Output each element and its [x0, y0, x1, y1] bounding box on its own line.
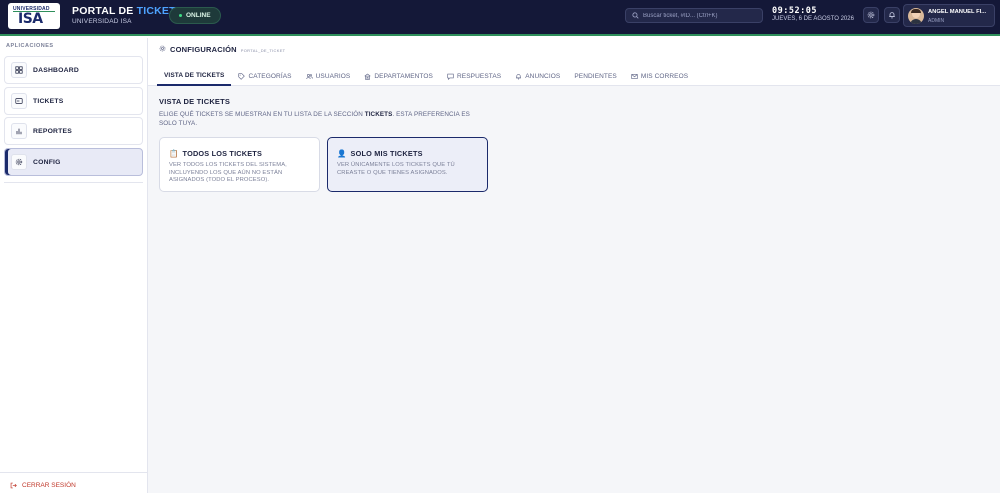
- option-card-todos[interactable]: 📋 TODOS LOS TICKETS VER TODOS LOS TICKET…: [159, 137, 320, 192]
- card-title-text: SOLO MIS TICKETS: [350, 149, 423, 158]
- page-topbar: CONFIGURACIÓN PORTAL_DE_TICKET VISTA DE …: [148, 38, 1000, 86]
- settings-button[interactable]: [863, 7, 879, 23]
- tab-label: RESPUESTAS: [456, 73, 502, 80]
- tab-departamentos[interactable]: DEPARTAMENTOS: [357, 67, 440, 86]
- desc-pre: ELIGE QUÉ TICKETS SE MUESTRAN EN TU LIST…: [159, 111, 365, 118]
- message-icon: [447, 73, 454, 80]
- search-input[interactable]: [643, 12, 758, 19]
- tab-pendientes[interactable]: PENDIENTES: [567, 67, 624, 86]
- card-description: VER ÚNICAMENTE LOS TICKETS QUE TÚ CREAST…: [337, 162, 455, 176]
- tab-label: CATEGORÍAS: [248, 73, 292, 80]
- section-description: ELIGE QUÉ TICKETS SE MUESTRAN EN TU LIST…: [159, 110, 489, 128]
- user-menu[interactable]: ANGEL MANUEL FI... ADMIN: [903, 4, 995, 27]
- option-card-solo-mis[interactable]: 👤 SOLO MIS TICKETS VER ÚNICAMENTE LOS TI…: [327, 137, 488, 192]
- online-status-label: ONLINE: [186, 12, 211, 19]
- bell-icon: [889, 12, 895, 19]
- tab-label: VISTA DE TICKETS: [164, 72, 225, 79]
- breadcrumb: CONFIGURACIÓN PORTAL_DE_TICKET: [159, 45, 285, 54]
- tab-mis-correos[interactable]: MIS CORREOS: [624, 67, 695, 86]
- sidebar-item-config[interactable]: CONFIG: [4, 148, 143, 176]
- mail-icon: [631, 74, 638, 79]
- logout-icon: [10, 482, 17, 489]
- sidebar-item-label: REPORTES: [33, 127, 72, 135]
- ticket-icon: [11, 93, 27, 109]
- tab-respuestas[interactable]: RESPUESTAS: [440, 67, 508, 86]
- tab-categorias[interactable]: CATEGORÍAS: [231, 67, 298, 86]
- avatar: [908, 8, 924, 24]
- gear-icon: [159, 45, 166, 52]
- logout-divider: [0, 472, 148, 473]
- tag-icon: [238, 73, 246, 80]
- user-role: ADMIN: [928, 18, 945, 24]
- page-title: CONFIGURACIÓN: [170, 45, 237, 54]
- ticket-search[interactable]: [625, 8, 763, 23]
- grid-icon: [11, 62, 27, 78]
- desc-bold: TICKETS: [364, 111, 393, 118]
- building-icon: [364, 73, 371, 80]
- status-dot-icon: [179, 14, 182, 17]
- page-subtitle: PORTAL_DE_TICKET: [240, 48, 286, 53]
- user-name: ANGEL MANUEL FI...: [928, 9, 987, 15]
- university-logo[interactable]: UNIVERSIDAD ISA: [8, 3, 60, 29]
- sidebar-divider: [4, 182, 143, 183]
- card-title-text: TODOS LOS TICKETS: [182, 149, 263, 158]
- logout-label: CERRAR SESIÓN: [22, 482, 76, 489]
- logout-button[interactable]: CERRAR SESIÓN: [10, 482, 76, 489]
- sidebar-item-dashboard[interactable]: DASHBOARD: [4, 56, 143, 84]
- tab-label: MIS CORREOS: [640, 73, 689, 80]
- tab-label: ANUNCIOS: [525, 73, 561, 80]
- bar-chart-icon: [11, 123, 27, 139]
- portal-title-prefix: PORTAL DE: [72, 5, 137, 17]
- portal-subtitle: UNIVERSIDAD ISA: [72, 18, 132, 25]
- tab-vista-de-tickets[interactable]: VISTA DE TICKETS: [157, 67, 232, 86]
- card-title: 📋 TODOS LOS TICKETS: [169, 149, 262, 158]
- config-tabs: VISTA DE TICKETS CATEGORÍAS USUARIOS DEP…: [157, 67, 695, 86]
- user-icon: 👤: [337, 149, 347, 158]
- sidebar: APLICACIONES DASHBOARD TICKETS REPORTES …: [0, 38, 148, 493]
- gear-icon: [867, 11, 875, 19]
- tab-label: DEPARTAMENTOS: [374, 73, 433, 80]
- clipboard-icon: 📋: [169, 149, 179, 158]
- card-title: 👤 SOLO MIS TICKETS: [337, 149, 423, 158]
- logo-main-text: ISA: [18, 11, 43, 27]
- clock-time: 09:52:05: [772, 6, 817, 16]
- sidebar-item-reportes[interactable]: REPORTES: [4, 117, 143, 145]
- section-title: VISTA DE TICKETS: [159, 97, 231, 106]
- users-icon: [305, 74, 313, 80]
- gear-icon: [11, 154, 27, 170]
- tab-label: USUARIOS: [315, 73, 351, 80]
- tab-anuncios[interactable]: ANUNCIOS: [508, 67, 567, 86]
- tab-label: PENDIENTES: [574, 73, 617, 80]
- card-description: VER TODOS LOS TICKETS DEL SISTEMA, INCLU…: [169, 162, 287, 183]
- search-icon: [632, 12, 639, 19]
- tab-usuarios[interactable]: USUARIOS: [299, 67, 358, 86]
- bell-icon: [516, 74, 522, 80]
- sidebar-section-label: APLICACIONES: [6, 43, 54, 49]
- main-content: CONFIGURACIÓN PORTAL_DE_TICKET VISTA DE …: [148, 38, 1000, 493]
- notifications-button[interactable]: [884, 7, 900, 23]
- sidebar-item-label: TICKETS: [33, 97, 64, 105]
- clock-date: JUEVES, 6 DE AGOSTO 2026: [772, 16, 854, 22]
- online-status-badge: ONLINE: [169, 7, 221, 24]
- sidebar-item-label: CONFIG: [33, 158, 61, 166]
- sidebar-item-label: DASHBOARD: [33, 66, 79, 74]
- portal-title: PORTAL DE TICKETS: [72, 5, 183, 17]
- app-header: UNIVERSIDAD ISA PORTAL DE TICKETS UNIVER…: [0, 0, 1000, 36]
- sidebar-item-tickets[interactable]: TICKETS: [4, 87, 143, 115]
